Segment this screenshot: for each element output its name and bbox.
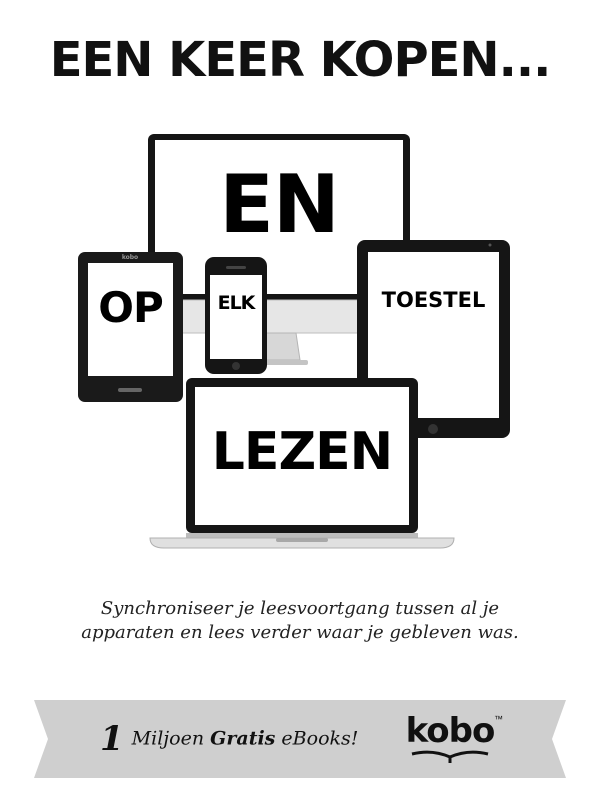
banner-text-bold: Gratis: [210, 727, 276, 750]
ereader-screen-word: OP: [98, 283, 164, 332]
kobo-logo-book-icon: [411, 750, 489, 763]
tagline-line-1: Synchroniseer je leesvoortgang tussen al…: [100, 598, 500, 619]
tagline-line-2: apparaten en lees verder waar je gebleve…: [81, 622, 519, 643]
kobo-logo-text: kobo: [405, 711, 496, 751]
device-illustration: EN kobo OP ELK TOESTEL LEZEN: [0, 120, 600, 560]
tablet-screen-word: TOESTEL: [381, 288, 486, 312]
banner-text-after: eBooks!: [275, 727, 359, 750]
kobo-logo: kobo ™: [404, 712, 504, 768]
ereader-brand: kobo: [121, 254, 139, 261]
phone-screen-word: ELK: [217, 292, 256, 314]
banner-text-before: Miljoen: [131, 727, 211, 750]
banner-text: 1 Miljoen Gratis eBooks!: [100, 716, 358, 760]
headline: EEN KEER KOPEN...: [49, 32, 552, 88]
kobo-logo-tm: ™: [494, 714, 503, 724]
tagline: Synchroniseer je leesvoortgang tussen al…: [40, 597, 560, 645]
banner-number: 1: [100, 718, 124, 759]
laptop-screen-word: LEZEN: [211, 422, 393, 482]
monitor-screen-word: EN: [219, 158, 340, 251]
